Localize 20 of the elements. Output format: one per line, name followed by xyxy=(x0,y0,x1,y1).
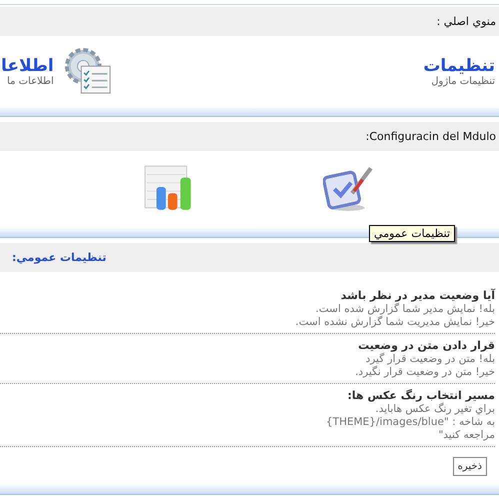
menu-subtitle: تنظيمات ماژول xyxy=(430,76,495,86)
setting-title: آيا وضعيت مدير در نظر باشد xyxy=(340,288,495,302)
menu-link[interactable]: تنظيمات xyxy=(423,56,495,76)
setting-title: مسير انتخاب رنگ عكس ها: xyxy=(346,388,495,402)
menu-subtitle: اطلاعات ما xyxy=(6,76,54,86)
setting-text: به شاخه : "THEME}/images/blue} xyxy=(324,416,495,429)
setting-title: قرار دادن متن در وضعيت xyxy=(357,338,495,352)
setting-text: مراجعه كنيد" xyxy=(437,429,495,442)
config-header: Configuracin del Mdulo: xyxy=(366,130,496,143)
menu-header: منوي اصلي : xyxy=(436,15,496,28)
tooltip: تنظيمات عمومي xyxy=(369,225,455,242)
save-button[interactable]: ذخيره xyxy=(452,457,487,476)
menu-link[interactable]: اطلاعا xyxy=(1,56,54,76)
setting-text: خير! متن در وضعيت قرار نگيرد. xyxy=(354,366,495,379)
setting-text: براي تغير رنگ عكس هابايد. xyxy=(374,403,495,416)
setting-text: بله! نمايش مدير شما گزارش شده است. xyxy=(314,303,495,316)
setting-text: خير! نمايش مديريت شما گزارش نشده است. xyxy=(294,316,495,329)
gear-checklist-icon[interactable] xyxy=(64,47,112,95)
setting-text: بله! متن در وضعيت قرار گيرد xyxy=(364,353,495,366)
general-header: تنظيمات عمومي: xyxy=(12,251,106,264)
